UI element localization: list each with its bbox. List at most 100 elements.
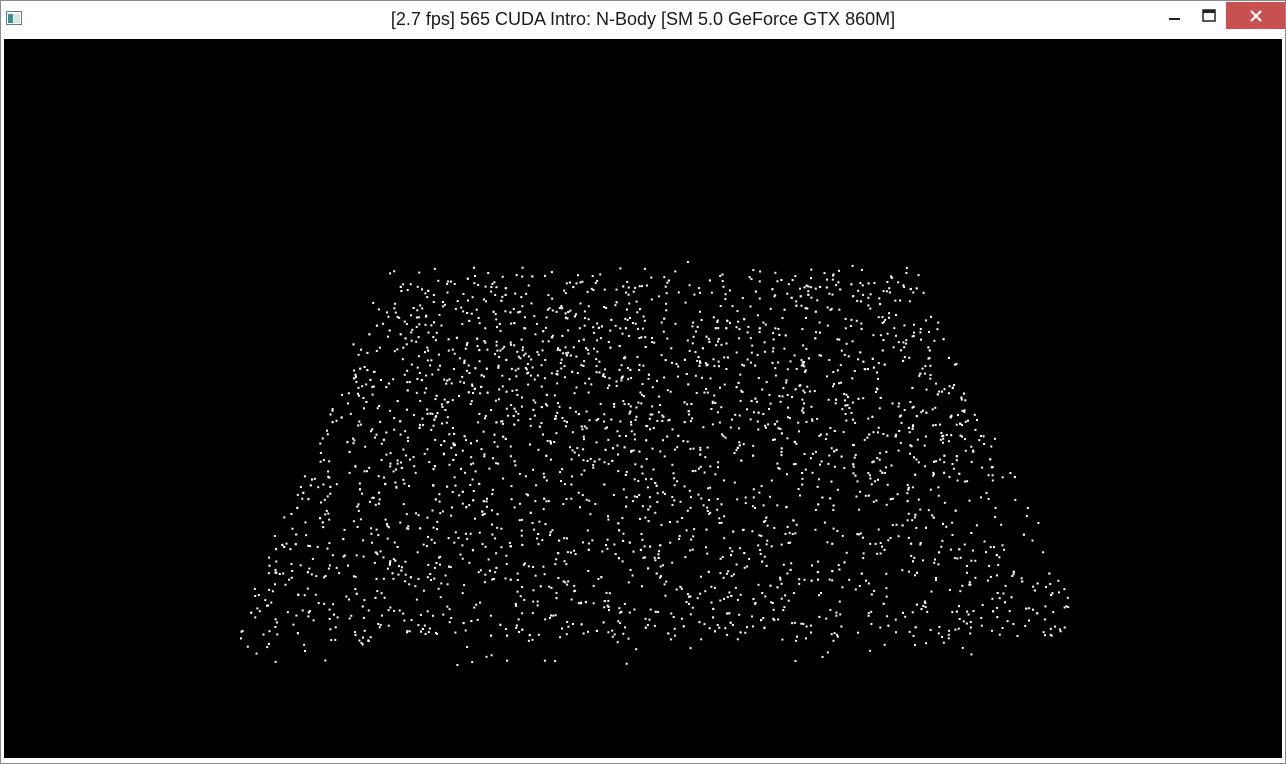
particle <box>461 557 464 560</box>
particle <box>810 268 813 271</box>
particle <box>555 373 558 375</box>
particle <box>603 288 606 291</box>
particle <box>773 438 776 441</box>
particle <box>543 476 546 479</box>
particle <box>780 582 783 585</box>
particle <box>720 343 723 346</box>
close-button[interactable] <box>1226 2 1285 29</box>
particle <box>529 424 532 427</box>
particle <box>798 578 801 581</box>
particle <box>559 362 562 364</box>
particle <box>331 421 334 424</box>
particle <box>605 591 608 594</box>
particle <box>867 417 870 420</box>
particle <box>737 381 740 384</box>
particle <box>648 417 651 420</box>
particle <box>450 617 453 619</box>
particle <box>608 592 611 595</box>
particle <box>790 296 793 299</box>
particle <box>509 578 512 581</box>
particle <box>1049 627 1052 630</box>
particle <box>785 506 788 509</box>
particle <box>889 498 892 501</box>
particle <box>574 410 577 413</box>
particle <box>577 454 580 457</box>
particle <box>724 293 727 296</box>
particle <box>797 421 800 424</box>
particle <box>985 491 988 494</box>
particle <box>483 512 486 515</box>
particle <box>357 503 360 506</box>
particle <box>832 639 835 642</box>
particle <box>495 552 498 555</box>
particle <box>861 284 864 287</box>
particle <box>492 578 495 580</box>
particle <box>663 376 666 379</box>
particle <box>516 590 519 593</box>
particle <box>542 508 545 511</box>
particle <box>744 496 747 499</box>
particle <box>961 646 964 649</box>
particle <box>439 596 442 599</box>
particle <box>312 619 315 622</box>
particle <box>757 377 760 379</box>
particle <box>684 301 687 304</box>
particle <box>432 294 435 296</box>
particle <box>656 501 659 503</box>
particle <box>470 456 473 459</box>
particle <box>558 307 561 309</box>
particle <box>461 490 464 493</box>
particle <box>352 520 355 523</box>
particle <box>496 326 498 329</box>
particle <box>440 444 443 446</box>
particle <box>800 622 803 625</box>
particle <box>757 411 760 414</box>
particle <box>392 577 395 580</box>
particle <box>938 551 941 554</box>
particle <box>564 346 567 349</box>
particle <box>368 466 371 469</box>
particle <box>404 573 407 576</box>
particle <box>645 458 648 460</box>
particle <box>538 425 541 428</box>
particle <box>932 424 935 427</box>
particle <box>735 386 738 389</box>
particle <box>449 566 452 569</box>
particle <box>963 392 965 395</box>
particle <box>1011 575 1014 577</box>
particle <box>805 420 808 423</box>
particle <box>592 466 595 469</box>
minimize-button[interactable] <box>1161 2 1188 29</box>
particle <box>872 500 875 503</box>
particle <box>1001 476 1004 479</box>
particle <box>623 403 626 406</box>
particle <box>853 370 856 372</box>
particle <box>692 535 695 538</box>
particle <box>778 395 781 398</box>
particle <box>471 296 474 299</box>
particle <box>559 349 561 352</box>
particle <box>257 594 260 596</box>
particle <box>606 538 609 541</box>
particle <box>563 419 566 422</box>
particle <box>554 415 557 417</box>
particle <box>423 391 426 394</box>
particle <box>794 388 797 391</box>
particle <box>862 536 864 539</box>
particle <box>358 482 361 485</box>
particle <box>462 310 465 313</box>
particle <box>752 496 755 499</box>
particle <box>357 424 360 427</box>
particle <box>697 356 700 359</box>
particle <box>327 567 330 570</box>
particle <box>407 440 409 442</box>
particle <box>466 646 469 648</box>
particle <box>818 615 821 618</box>
particle <box>763 555 766 558</box>
particle <box>387 624 390 627</box>
particle <box>595 419 598 422</box>
particle <box>430 359 433 362</box>
title-bar[interactable]: [2.7 fps] 565 CUDA Intro: N-Body [SM 5.0… <box>1 1 1285 39</box>
nbody-render-viewport[interactable] <box>4 39 1282 758</box>
maximize-button[interactable] <box>1195 2 1222 29</box>
